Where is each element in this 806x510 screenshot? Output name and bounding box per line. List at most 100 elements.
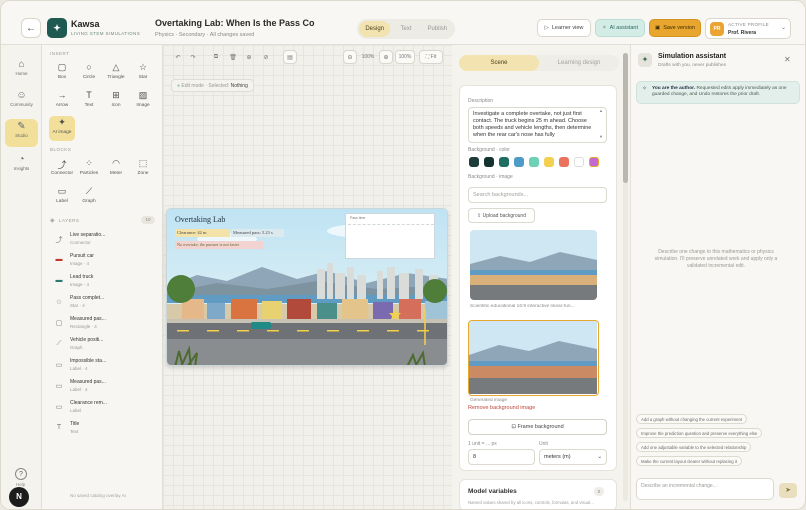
close-icon[interactable]: ✕ (784, 55, 791, 64)
fit-icon: ⛶ (425, 54, 430, 60)
description-textarea[interactable]: Investigate a complete overtake, not jus… (468, 107, 607, 143)
sparkle-icon: ✧ (601, 25, 607, 31)
status-dot-icon: ● (177, 83, 181, 89)
color-swatch[interactable] (514, 157, 524, 167)
tool-image[interactable]: ▨ Image (130, 89, 156, 113)
color-swatch[interactable] (529, 157, 539, 167)
home-icon: ⌂ (18, 59, 25, 70)
nav-insights[interactable]: ◔ Insights (5, 152, 38, 178)
block-graph[interactable]: ⟋ Graph (76, 185, 102, 209)
fit-button[interactable]: ⛶ Fit (419, 50, 443, 64)
color-swatch[interactable] (484, 157, 494, 167)
duplicate-icon[interactable]: ⧉ (209, 50, 223, 64)
tab-learning-design[interactable]: Learning design (539, 55, 619, 71)
layer-item[interactable]: ▬ Pursuit car Image · 4 (53, 252, 157, 270)
mode-publish[interactable]: Publish (422, 21, 453, 37)
layer-item[interactable]: ▭ Impossible sta... Label · 4 (53, 357, 157, 375)
no-overtake-label: No overtake; the pursuer is not faster (175, 241, 263, 249)
scroll-up-icon[interactable]: ▲ (599, 108, 603, 113)
search-backgrounds-input[interactable]: Search backgrounds... (468, 187, 607, 203)
tool-ai-image[interactable]: ✦ AI image (49, 116, 75, 141)
layer-item[interactable]: T Title Text (53, 420, 157, 438)
tab-scene[interactable]: Scene (459, 55, 539, 71)
background-thumbnail[interactable] (470, 230, 597, 300)
document-title[interactable]: Overtaking Lab: When Is the Pass Compl (155, 18, 315, 28)
kawsa-logo: ✦ (47, 18, 67, 38)
color-swatch-custom[interactable] (589, 157, 599, 167)
tool-arrow[interactable]: → Arrow (49, 89, 75, 113)
color-swatch[interactable] (469, 157, 479, 167)
learner-view-button[interactable]: ▷ Learner view (537, 19, 591, 37)
frame-background-button[interactable]: ⊡ Frame background (468, 419, 607, 435)
zoom-reset-button[interactable]: 100% (395, 50, 415, 64)
zoom-level: 100% (361, 54, 375, 60)
color-swatch[interactable] (499, 157, 509, 167)
block-zone[interactable]: ⬚ Zone (130, 157, 156, 181)
layer-item[interactable]: ⟋ Vehicle positi... Graph (53, 336, 157, 354)
tool-circle[interactable]: ○ Circle (76, 61, 102, 85)
remove-background-link[interactable]: Remove background image (468, 405, 535, 411)
profile-label: ACTIVE PROFILE (728, 22, 769, 27)
tool-text[interactable]: T Text (76, 89, 102, 113)
block-particles[interactable]: ⁘ Particles (76, 157, 102, 181)
layer-item[interactable]: ⤴ Live separatio... Connector (53, 231, 157, 249)
thumbnail-image (470, 230, 597, 300)
chevron-down-icon: ⌄ (597, 454, 602, 460)
ai-assistant-button[interactable]: ✧ AI assistant (595, 19, 645, 37)
tool-box[interactable]: ▢ Box (49, 61, 75, 85)
assistant-input[interactable]: Describe an incremental change... (636, 478, 774, 500)
save-version-button[interactable]: ▣ Save version (649, 19, 701, 37)
link-icon[interactable]: ⊘ (259, 50, 273, 64)
mode-text[interactable]: Text (390, 21, 421, 37)
tool-icon[interactable]: ⊞ Icon (103, 89, 129, 113)
block-meter[interactable]: ◠ Meter (103, 157, 129, 181)
suggestion-chip[interactable]: Make the current layout clearer without … (636, 456, 743, 466)
graph-icon: ⟋ (85, 186, 93, 196)
connector-icon: ⤴ (55, 237, 63, 244)
background-thumbnail-selected[interactable] (468, 320, 599, 396)
zoom-in-icon[interactable]: ⊕ (379, 50, 393, 64)
n-badge[interactable]: N (9, 487, 29, 507)
redo-icon[interactable]: ↷ (186, 50, 200, 64)
nav-studio[interactable]: ✎ Studio (5, 119, 38, 147)
tool-star[interactable]: ☆ Star (130, 61, 156, 85)
layer-item[interactable]: ▭ Measured pas... Label · 4 (53, 378, 157, 396)
color-swatch[interactable] (559, 157, 569, 167)
profile-menu[interactable]: PR ACTIVE PROFILE Prof. Rivera ⌄ (705, 18, 791, 39)
layer-item[interactable]: ☆ Pass complet... Star · 4 (53, 294, 157, 312)
suggestion-chip[interactable]: Add a graph without changing the current… (636, 414, 748, 424)
layer-item[interactable]: ▬ Lead truck Image · 4 (53, 273, 157, 291)
color-swatch[interactable] (544, 157, 554, 167)
mode-switcher: Design Text Publish (357, 19, 455, 39)
undo-icon[interactable]: ↶ (171, 50, 185, 64)
layer-item[interactable]: ▢ Measured pas... Rectangle · 4 (53, 315, 157, 333)
delete-icon[interactable]: 🗑 (226, 50, 240, 64)
label-icon: ▭ (55, 404, 63, 411)
nav-home[interactable]: ⌂ Home (5, 57, 38, 83)
upload-icon: ⇪ (477, 213, 482, 219)
document-meta: Physics · Secondary · All changes saved (155, 32, 255, 38)
zoom-out-icon[interactable]: ⊖ (343, 50, 357, 64)
scroll-down-icon[interactable]: ▼ (599, 134, 603, 139)
unit-select[interactable]: meters (m) ⌄ (539, 449, 607, 465)
tool-triangle[interactable]: △ Triangle (103, 61, 129, 85)
send-button[interactable]: ➤ (779, 483, 797, 498)
page-icon[interactable]: ▤ (283, 50, 297, 64)
back-button[interactable]: ← (21, 18, 41, 38)
panel-scroll-thumb[interactable] (623, 53, 628, 183)
simulation-scene[interactable]: Overtaking Lab Clearance: 42 m Measured … (166, 208, 448, 366)
color-swatch[interactable] (574, 157, 584, 167)
unit-px-input[interactable]: 8 (468, 449, 535, 465)
nav-community[interactable]: ☺ Community (5, 88, 38, 114)
help-button[interactable]: ? (15, 468, 27, 480)
suggestion-chip[interactable]: Add one adjustable variable to the selec… (636, 442, 752, 452)
suggestion-chip[interactable]: Improve the prediction question and pres… (636, 428, 763, 438)
mode-design[interactable]: Design (359, 21, 391, 37)
lock-icon[interactable]: ⊕ (242, 50, 256, 64)
gauge-icon: ◠ (112, 158, 120, 168)
layer-item[interactable]: ▭ Clearance rem... Label (53, 399, 157, 417)
upload-background-button[interactable]: ⇪ Upload background (468, 208, 535, 223)
block-label[interactable]: ▭ Label (49, 185, 75, 209)
block-connector[interactable]: ⤴ Connector (49, 157, 75, 181)
studio-icon: ✎ (17, 121, 26, 132)
